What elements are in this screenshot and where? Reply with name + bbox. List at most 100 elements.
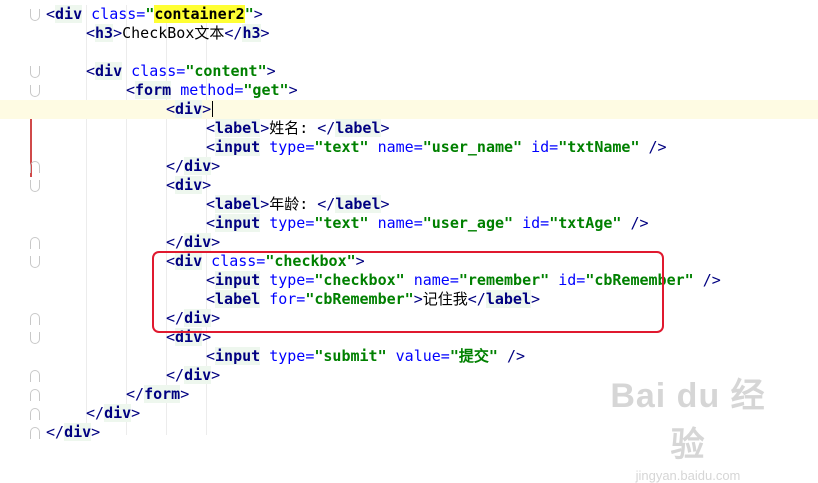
text-content: CheckBox文本 [122, 24, 225, 42]
tag-bracket: > [113, 24, 123, 42]
code-line-content: </div> [166, 366, 220, 385]
text-content [498, 347, 507, 365]
tag-bracket: > [260, 195, 270, 213]
code-line-content: </div> [166, 233, 220, 252]
code-line-content: <input type="submit" value="提交" /> [206, 347, 525, 366]
attribute-value: "submit" [314, 347, 387, 365]
tag-name: label [335, 195, 381, 213]
attribute-value: " [244, 5, 254, 23]
tag-bracket: > [131, 404, 141, 422]
annotation-highlight-box [152, 251, 664, 333]
code-line-content: </div> [166, 157, 220, 176]
code-line[interactable]: <label>年龄: </label> [0, 195, 818, 214]
text-content [260, 214, 269, 232]
attribute-name: value= [395, 347, 450, 365]
attribute-value: "text" [314, 138, 369, 156]
code-line-content: <label>年龄: </label> [206, 195, 390, 214]
tag-bracket: < [206, 119, 216, 137]
text-caret [212, 101, 213, 117]
code-line[interactable]: <h3>CheckBox文本</h3> [0, 24, 818, 43]
text-content [82, 5, 91, 23]
code-line-content: </div> [86, 404, 140, 423]
tag-bracket: < [206, 195, 216, 213]
tag-bracket: > [211, 233, 221, 251]
tag-name: label [215, 119, 261, 137]
text-content [260, 347, 269, 365]
watermark-url: jingyan.baidu.com [635, 468, 741, 483]
text-content [369, 214, 378, 232]
tag-bracket: > [253, 5, 263, 23]
tag-bracket: </ [317, 119, 336, 137]
attribute-name: type= [269, 214, 315, 232]
search-highlight: container2 [154, 5, 245, 23]
code-line[interactable] [0, 43, 818, 62]
code-line-content: <input type="text" name="user_name" id="… [206, 138, 667, 157]
code-line-content: </form> [126, 385, 189, 404]
tag-name: div [175, 100, 203, 118]
tag-bracket: /> [648, 138, 667, 156]
tag-name: div [184, 157, 212, 175]
code-line[interactable]: <form method="get"> [0, 81, 818, 100]
text-content [522, 138, 531, 156]
tag-name: input [215, 347, 261, 365]
tag-bracket: > [380, 195, 390, 213]
attribute-name: class= [91, 5, 146, 23]
tag-name: h3 [242, 24, 261, 42]
tag-name: input [215, 214, 261, 232]
code-line[interactable]: </div> [0, 233, 818, 252]
attribute-name: name= [377, 138, 423, 156]
tag-bracket: < [166, 176, 176, 194]
tag-name: div [104, 404, 132, 422]
tag-bracket: > [211, 366, 221, 384]
code-line-content: <div class="container2"> [46, 5, 263, 24]
attribute-value: "user_name" [422, 138, 523, 156]
code-line-content: <div> [166, 100, 211, 119]
code-line-content: <div> [166, 176, 211, 195]
tag-name: label [335, 119, 381, 137]
tag-name: form [144, 385, 181, 403]
text-content [640, 138, 649, 156]
attribute-value: "txtAge" [549, 214, 622, 232]
code-line[interactable]: <div class="content"> [0, 62, 818, 81]
tag-bracket: > [260, 119, 270, 137]
code-line[interactable]: <input type="text" name="user_name" id="… [0, 138, 818, 157]
code-line-content: </div> [46, 423, 100, 442]
code-line[interactable]: </div> [0, 157, 818, 176]
text-content: 年龄: [269, 195, 318, 213]
tag-bracket: /> [702, 271, 721, 289]
tag-name: div [55, 5, 83, 23]
attribute-value: "text" [314, 214, 369, 232]
text-content [171, 81, 180, 99]
attribute-name: id= [531, 138, 559, 156]
tag-bracket: < [126, 81, 136, 99]
tag-name: div [64, 423, 92, 441]
tag-name: div [175, 176, 203, 194]
text-content [260, 138, 269, 156]
attribute-name: name= [377, 214, 423, 232]
tag-name: input [215, 138, 261, 156]
code-line-content: <h3>CheckBox文本</h3> [86, 24, 270, 43]
code-line[interactable]: <div class="container2"> [0, 5, 818, 24]
tag-bracket: </ [166, 157, 185, 175]
attribute-name: method= [180, 81, 244, 99]
attribute-value: "txtName" [558, 138, 640, 156]
tag-bracket: </ [166, 366, 185, 384]
code-line[interactable]: <div> [0, 100, 818, 119]
code-line[interactable]: <input type="text" name="user_age" id="t… [0, 214, 818, 233]
tag-bracket: > [202, 176, 212, 194]
code-line[interactable]: <input type="submit" value="提交" /> [0, 347, 818, 366]
tag-name: div [184, 366, 212, 384]
text-content [513, 214, 522, 232]
tag-bracket: </ [46, 423, 65, 441]
tag-bracket: < [206, 347, 216, 365]
code-line[interactable]: <div> [0, 176, 818, 195]
tag-bracket: /> [506, 347, 525, 365]
tag-bracket: < [206, 214, 216, 232]
code-line-content: <label>姓名: </label> [206, 119, 390, 138]
tag-bracket: /> [630, 214, 649, 232]
attribute-name: type= [269, 138, 315, 156]
tag-bracket: < [86, 24, 96, 42]
code-line[interactable]: <label>姓名: </label> [0, 119, 818, 138]
text-content [387, 347, 396, 365]
tag-name: div [184, 233, 212, 251]
